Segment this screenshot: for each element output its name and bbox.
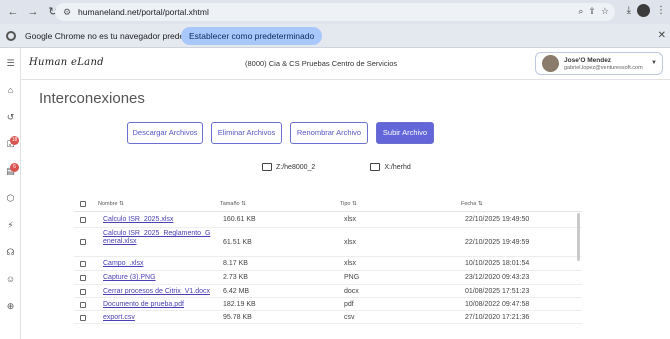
- file-size: 160.61 KB: [223, 216, 256, 223]
- row-checkbox[interactable]: [80, 261, 86, 267]
- download-files-button[interactable]: Descargar Archivos: [127, 122, 203, 144]
- table-row[interactable]: Campo_.xlsx 8.17 KB xlsx 10/10/2025 18:0…: [74, 257, 582, 271]
- table-scrollbar[interactable]: [577, 213, 580, 261]
- folder-link[interactable]: X:/herhd: [370, 163, 411, 171]
- files-table: Nombre ⇅ Tamaño ⇅ Tipo ⇅ Fecha ⇅ Calculo…: [74, 198, 582, 324]
- folder-upload-icon: [262, 163, 272, 171]
- share-icon[interactable]: ⇪: [588, 6, 596, 17]
- column-header-name[interactable]: Nombre ⇅: [98, 201, 124, 207]
- tasks-badge: 18: [10, 136, 19, 145]
- file-name-link[interactable]: Documento de prueba.pdf: [103, 301, 184, 309]
- file-size: 182.19 KB: [223, 301, 256, 308]
- file-date: 10/10/2025 18:01:54: [465, 260, 530, 267]
- folder-path[interactable]: Z:/he8000_2: [276, 164, 315, 171]
- team-icon[interactable]: ☺: [5, 274, 16, 285]
- user-menu[interactable]: Jose'O Mendez gabriel.lopez@venturessoft…: [535, 52, 663, 75]
- profile-avatar[interactable]: [637, 4, 650, 17]
- file-type: PNG: [344, 274, 360, 281]
- app-header: Human eLand (8000) Cia & CS Pruebas Cent…: [21, 48, 670, 80]
- table-row[interactable]: Calculo ISR_2025.xlsx 160.61 KB xlsx 22/…: [74, 212, 582, 228]
- company-name: (8000) Cia & CS Pruebas Centro de Servic…: [245, 59, 398, 68]
- folder-path[interactable]: X:/herhd: [384, 164, 410, 171]
- pulse-icon[interactable]: ⚡: [5, 220, 16, 231]
- browser-toolbar: ← → ↻ ⚙ humaneland.net/portal/portal.xht…: [0, 0, 670, 24]
- table-row[interactable]: Calculo ISR_2025_Reglamento_General.xlsx…: [74, 228, 582, 257]
- user-name: Jose'O Mendez: [564, 57, 612, 64]
- table-row[interactable]: Cerrar procesos de Citrix_V1.docx 6.42 M…: [74, 285, 582, 298]
- file-type: docx: [344, 288, 359, 295]
- chrome-icon: [6, 30, 16, 41]
- page-title: Interconexiones: [39, 90, 145, 107]
- column-header-date[interactable]: Fecha ⇅: [461, 201, 482, 207]
- url-text[interactable]: humaneland.net/portal/portal.xhtml: [78, 7, 209, 17]
- bookmark-star-icon[interactable]: ☆: [601, 6, 609, 17]
- row-checkbox[interactable]: [80, 315, 86, 321]
- rename-file-button[interactable]: Renombrar Archivo: [290, 122, 368, 144]
- file-name-link[interactable]: export.csv: [103, 314, 135, 322]
- headset-icon[interactable]: ☊: [5, 247, 16, 258]
- file-date: 23/12/2020 09:43:23: [465, 274, 530, 281]
- file-name-link[interactable]: Calculo ISR_2025_Reglamento_General.xlsx: [103, 230, 213, 246]
- file-type: xlsx: [344, 260, 357, 267]
- file-type: xlsx: [344, 216, 357, 223]
- file-name-link[interactable]: Campo_.xlsx: [103, 260, 143, 268]
- avatar: [542, 55, 559, 72]
- upload-file-button[interactable]: Subir Archivo: [376, 122, 434, 144]
- table-row[interactable]: export.csv 95.78 KB csv 27/10/2020 17:21…: [74, 311, 582, 324]
- column-header-type[interactable]: Tipo ⇅: [340, 201, 357, 207]
- file-type: xlsx: [344, 239, 357, 246]
- file-size: 95.78 KB: [223, 314, 252, 321]
- row-checkbox[interactable]: [80, 217, 86, 223]
- select-all-checkbox[interactable]: [80, 201, 86, 207]
- documents-badge: 6: [10, 163, 19, 172]
- chevron-down-icon[interactable]: ▼: [651, 60, 657, 66]
- file-date: 01/08/2025 17:51:23: [465, 288, 530, 295]
- row-checkbox[interactable]: [80, 275, 86, 281]
- row-checkbox[interactable]: [80, 289, 86, 295]
- column-header-size[interactable]: Tamaño ⇅: [220, 201, 246, 207]
- action-buttons: Descargar Archivos Eliminar Archivos Ren…: [127, 122, 434, 144]
- file-type: pdf: [344, 301, 354, 308]
- back-icon[interactable]: ←: [6, 5, 20, 19]
- forward-icon[interactable]: →: [26, 5, 40, 19]
- file-date: 22/10/2025 19:49:59: [465, 239, 530, 246]
- table-row[interactable]: Capture (3).PNG 2.73 KB PNG 23/12/2020 0…: [74, 271, 582, 285]
- table-row[interactable]: Documento de prueba.pdf 182.19 KB pdf 10…: [74, 298, 582, 311]
- file-date: 22/10/2025 19:49:50: [465, 216, 530, 223]
- file-size: 6.42 MB: [223, 288, 250, 295]
- app-sidebar: ☰ ⌂ ↺ ☑ 18 ▤ 6 ⬡ ⚡ ☊ ☺ ⊕: [0, 48, 21, 339]
- cube-icon[interactable]: ⬡: [5, 193, 16, 204]
- search-icon[interactable]: ⌕: [578, 6, 583, 17]
- folder-link[interactable]: Z:/he8000_2: [262, 163, 315, 171]
- table-header: Nombre ⇅ Tamaño ⇅ Tipo ⇅ Fecha ⇅: [74, 198, 582, 212]
- home-icon[interactable]: ⌂: [5, 85, 16, 96]
- file-name-link[interactable]: Capture (3).PNG: [103, 274, 156, 282]
- default-browser-infobar: Google Chrome no es tu navegador predete…: [0, 24, 670, 48]
- globe-icon[interactable]: ⊕: [5, 301, 16, 312]
- history-icon[interactable]: ↺: [5, 112, 16, 123]
- folder-list: Z:/he8000_2 X:/herhd: [262, 163, 411, 171]
- download-icon[interactable]: ⤓: [627, 5, 631, 16]
- file-size: 2.73 KB: [223, 274, 248, 281]
- file-name-link[interactable]: Cerrar procesos de Citrix_V1.docx: [103, 288, 210, 296]
- set-default-button[interactable]: Establecer como predeterminado: [181, 27, 323, 45]
- file-name-link[interactable]: Calculo ISR_2025.xlsx: [103, 216, 173, 224]
- menu-icon[interactable]: ⋮: [656, 5, 666, 16]
- close-icon[interactable]: ✕: [658, 30, 666, 41]
- file-size: 8.17 KB: [223, 260, 248, 267]
- file-date: 10/08/2022 09:47:58: [465, 301, 530, 308]
- delete-files-button[interactable]: Eliminar Archivos: [211, 122, 282, 144]
- humaneland-logo[interactable]: Human eLand: [29, 57, 104, 68]
- user-email: gabriel.lopez@venturessoft.com: [564, 65, 643, 71]
- file-type: csv: [344, 314, 355, 321]
- row-checkbox[interactable]: [80, 239, 86, 245]
- site-info-icon[interactable]: ⚙: [61, 6, 73, 18]
- row-checkbox[interactable]: [80, 302, 86, 308]
- file-date: 27/10/2020 17:21:36: [465, 314, 530, 321]
- file-size: 61.51 KB: [223, 239, 252, 246]
- folder-icon: [370, 163, 381, 171]
- address-bar[interactable]: ⚙ humaneland.net/portal/portal.xhtml ⌕ ⇪…: [55, 3, 615, 21]
- menu-toggle-icon[interactable]: ☰: [5, 58, 16, 69]
